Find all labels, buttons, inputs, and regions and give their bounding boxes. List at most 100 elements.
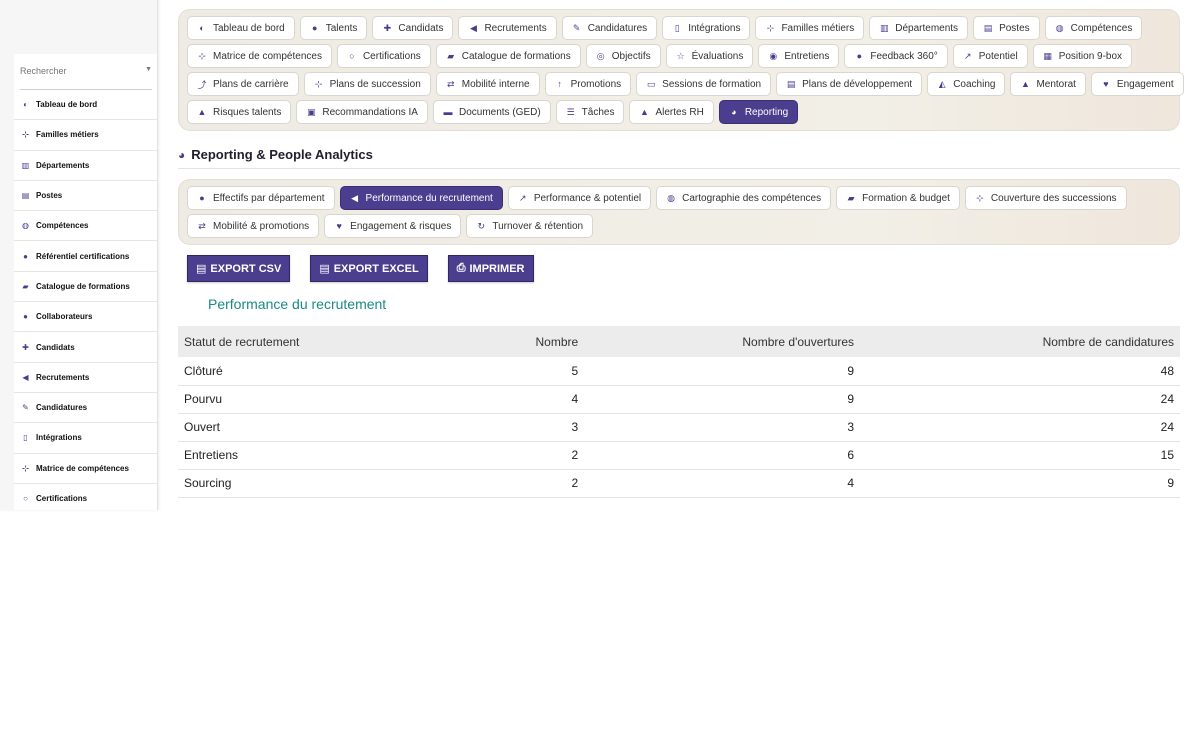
tab[interactable]: ● Talents [299,16,368,40]
table-cell: 5 [462,357,585,386]
sidebar-item[interactable]: ✚ Candidats [14,332,157,363]
search-input[interactable] [20,54,152,88]
table-cell: 15 [860,441,1180,470]
tab[interactable]: ▤ Postes [973,16,1040,40]
tab[interactable]: ▬ Documents (GED) [432,100,551,124]
tab[interactable]: ◀ Recrutements [458,16,557,40]
tab-label: Familles métiers [781,22,855,34]
sidebar-item[interactable]: ● Collaborateurs [14,302,157,333]
tab[interactable]: ▲ Mentorat [1010,72,1086,96]
user-tie-icon: ▲ [1020,79,1030,89]
table-row: Pourvu 4 9 24 [178,385,1180,414]
tab[interactable]: ⤴ Plans de carrière [187,72,299,96]
sidebar-item[interactable]: ▥ Départements [14,151,157,181]
tab[interactable]: ◀ Performance du recrutement [339,186,503,210]
print-button[interactable]: ⎙ IMPRIMER [447,255,534,282]
tab[interactable]: ⊹ Matrice de compétences [187,44,332,68]
table-cell: Ouvert [178,413,463,442]
column-header[interactable]: Nombre de candidatures [860,326,1180,357]
tab[interactable]: ✚ Candidats [372,16,454,40]
sidebar-item[interactable]: ⊹ Matrice de compétences [14,454,157,484]
sidebar-item[interactable]: ⊹ Familles métiers [14,120,157,151]
table-cell: Clôturé [178,357,463,386]
tab[interactable]: ⊹ Familles métiers [755,16,865,40]
user-plus-icon: ✚ [22,342,29,352]
tab-label: Objectifs [611,50,651,62]
tab[interactable]: ◉ Entretiens [758,44,840,68]
table-cell: 9 [860,469,1180,498]
tab[interactable]: ↗ Potentiel [952,44,1028,68]
tab[interactable]: ◍ Cartographie des compétences [656,186,832,210]
tab[interactable]: ▥ Départements [869,16,969,40]
tab-label: Alertes RH [655,106,704,118]
export-csv-button[interactable]: ▤ EXPORT CSV [187,255,291,282]
tab[interactable]: ◐ Tableau de bord [187,16,295,40]
sidebar-item[interactable]: ◀ Recrutements [14,363,157,393]
tab[interactable]: ☆ Évaluations [665,44,754,68]
tab[interactable]: ♥ Engagement [1090,72,1184,96]
tab[interactable]: ▦ Position 9-box [1032,44,1133,68]
tab[interactable]: ▰ Catalogue de formations [435,44,581,68]
tab[interactable]: ⊹ Couverture des successions [964,186,1127,210]
tab-row: ◐ Tableau de bord ● Talents ✚ Candidats ◀ Recru… [187,16,1171,40]
tab[interactable]: ⇄ Mobilité & promotions [187,214,320,238]
sidebar-item[interactable]: ○ Certifications [14,484,157,510]
column-header[interactable]: Nombre d'ouvertures [584,326,860,357]
sidebar-item-label: Intégrations [36,433,82,443]
tab[interactable]: ◎ Objectifs [585,44,661,68]
exchange-icon: ⇄ [446,78,455,89]
sidebar-item-label: Familles métiers [36,130,99,140]
tab-label: Recrutements [484,22,547,34]
table-row: Clôturé 5 9 48 [178,357,1180,386]
tab[interactable]: ⊹ Plans de succession [303,72,431,96]
tab[interactable]: ▲ Risques talents [187,100,292,124]
tab[interactable]: ▯ Intégrations [662,16,751,40]
tab[interactable]: ↑ Promotions [544,72,632,96]
tab[interactable]: ▰ Formation & budget [836,186,960,210]
tab[interactable]: ♥ Engagement & risques [324,214,462,238]
handshake-icon: ◭ [938,78,946,89]
megaphone-icon: ◀ [469,22,477,33]
tab[interactable]: ☰ Tâches [555,100,625,124]
tab[interactable]: ↻ Turnover & rétention [466,214,594,238]
tab[interactable]: ○ Certifications [336,44,431,68]
sidebar-item-label: Candidats [36,342,75,352]
sidebar-item[interactable]: ◍ Compétences [14,211,157,242]
sidebar-item[interactable]: ▤ Postes [14,181,157,212]
tab-label: Engagement & risques [350,220,452,232]
chevron-down-icon[interactable]: ▼ [145,66,152,73]
tab[interactable]: ◕ Reporting [718,100,799,124]
sidebar-item[interactable]: ▯ Intégrations [14,423,157,454]
tab[interactable]: ▣ Recommandations IA [296,100,428,124]
tab[interactable]: ▭ Sessions de formation [636,72,772,96]
report-tabbar: ● Effectifs par département ◀ Performance d… [178,179,1180,245]
tab[interactable]: ↗ Performance & potentiel [507,186,652,210]
user-icon: ● [23,312,28,322]
sidebar-item-label: Compétences [36,221,89,231]
sidebar-item[interactable]: ▰ Catalogue de formations [14,272,157,303]
sidebar-item[interactable]: ✎ Candidatures [14,393,157,424]
tab[interactable]: ● Feedback 360° [844,44,948,68]
page-title: Reporting & People Analytics [191,147,373,162]
sidebar-item[interactable]: ◐ Tableau de bord [14,90,157,121]
export-excel-button[interactable]: ▤ EXPORT EXCEL [310,255,428,282]
tab-label: Effectifs par département [213,192,325,204]
tab[interactable]: ▤ Plans de développement [776,72,923,96]
tab-label: Plans de succession [329,78,421,90]
sidebar-item[interactable]: ● Référentiel certifications [14,241,157,272]
sidebar-search[interactable]: ▼ [20,54,152,90]
tab[interactable]: ⇄ Mobilité interne [435,72,540,96]
column-header[interactable]: Statut de recrutement [178,326,462,357]
tab[interactable]: ✎ Candidatures [561,16,658,40]
table-cell: 24 [860,413,1180,442]
table-row: Sourcing 2 4 9 [178,469,1180,498]
column-header[interactable]: Nombre [462,326,584,357]
sitemap-icon: ⊹ [766,22,775,33]
tab[interactable]: ◍ Compétences [1044,16,1143,40]
tab[interactable]: ▲ Alertes RH [629,100,714,124]
tab[interactable]: ◭ Coaching [927,72,1006,96]
tab[interactable]: ● Effectifs par département [187,186,335,210]
report-title: Performance du recrutement [208,296,387,312]
tab-label: Intégrations [688,22,741,34]
tab-label: Documents (GED) [458,106,541,118]
